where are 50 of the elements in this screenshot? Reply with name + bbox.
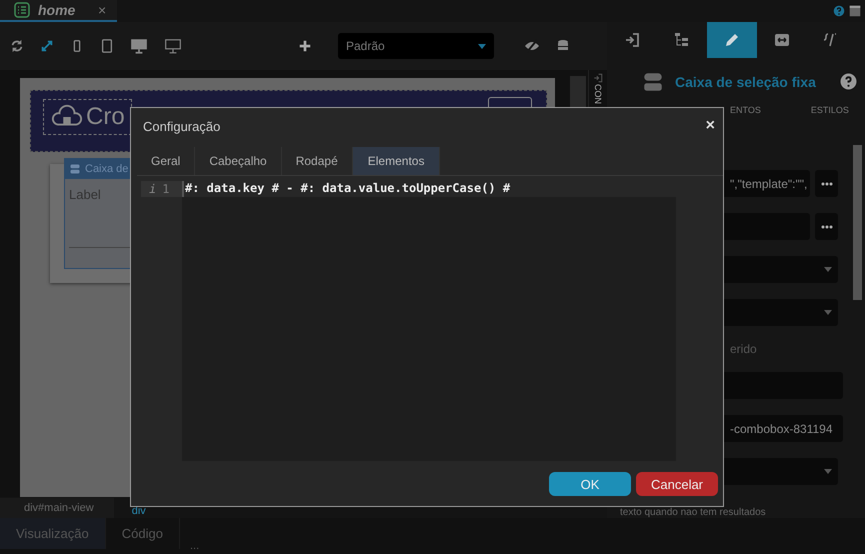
- resize-icon[interactable]: [774, 32, 790, 48]
- cancel-button[interactable]: Cancelar: [636, 472, 718, 496]
- window-icon[interactable]: [849, 5, 861, 17]
- field-label: erido: [729, 342, 758, 356]
- panel-title: Caixa de seleção fixa: [675, 74, 816, 90]
- list-icon[interactable]: [14, 2, 30, 18]
- plus-icon[interactable]: [298, 39, 312, 53]
- more-button[interactable]: [815, 170, 838, 197]
- panel-tab[interactable]: [707, 22, 757, 58]
- dialog-tab[interactable]: Cabeçalho: [195, 147, 282, 175]
- tablet-icon[interactable]: [100, 39, 114, 53]
- section-tab[interactable]: ESTILOS: [810, 105, 849, 130]
- scrollbar[interactable]: [853, 145, 862, 300]
- view-tab[interactable]: Código: [106, 518, 180, 549]
- section-tab[interactable]: ENTOS: [730, 105, 761, 130]
- tab-title[interactable]: home: [38, 2, 90, 18]
- side-tab[interactable]: CON: [593, 84, 603, 104]
- refresh-icon[interactable]: [10, 39, 24, 53]
- info-marker: i: [149, 182, 156, 196]
- field-label: texto quando nao tem resultados: [620, 507, 766, 518]
- caret-icon: [824, 469, 832, 474]
- tab-close[interactable]: ×: [98, 2, 106, 18]
- close-button[interactable]: ×: [706, 117, 715, 135]
- line-number: 1: [162, 182, 170, 196]
- more-handle[interactable]: ...: [190, 540, 200, 552]
- dialog-title: Configuração: [143, 118, 220, 134]
- help-icon[interactable]: [840, 73, 857, 90]
- expand-icon[interactable]: [40, 39, 54, 53]
- dialog-tab[interactable]: Geral: [137, 147, 196, 175]
- combobox-icon[interactable]: [69, 163, 81, 175]
- combobox-icon[interactable]: [643, 72, 663, 92]
- pencil-icon[interactable]: [724, 32, 740, 48]
- enter-icon[interactable]: [624, 32, 640, 48]
- monitor-icon[interactable]: [130, 37, 148, 55]
- enter-icon[interactable]: [593, 73, 603, 83]
- caret-icon: [824, 310, 832, 315]
- help-icon[interactable]: [833, 5, 845, 17]
- dialog-tab[interactable]: Elementos: [352, 147, 440, 175]
- logo-text: Cro: [86, 103, 125, 131]
- theme-select[interactable]: Padrão: [338, 33, 494, 59]
- ok-button[interactable]: OK: [549, 472, 631, 496]
- dots-icon: [820, 224, 832, 228]
- caret-icon: [478, 44, 486, 48]
- component-title: Caixa de: [85, 163, 128, 175]
- caret-icon: [824, 267, 832, 272]
- breadcrumb-item[interactable]: div#main-view: [0, 498, 114, 518]
- dots-icon: [820, 182, 832, 186]
- more-button[interactable]: [815, 213, 838, 240]
- monitor-icon[interactable]: [164, 37, 182, 55]
- tree-icon[interactable]: [674, 32, 690, 48]
